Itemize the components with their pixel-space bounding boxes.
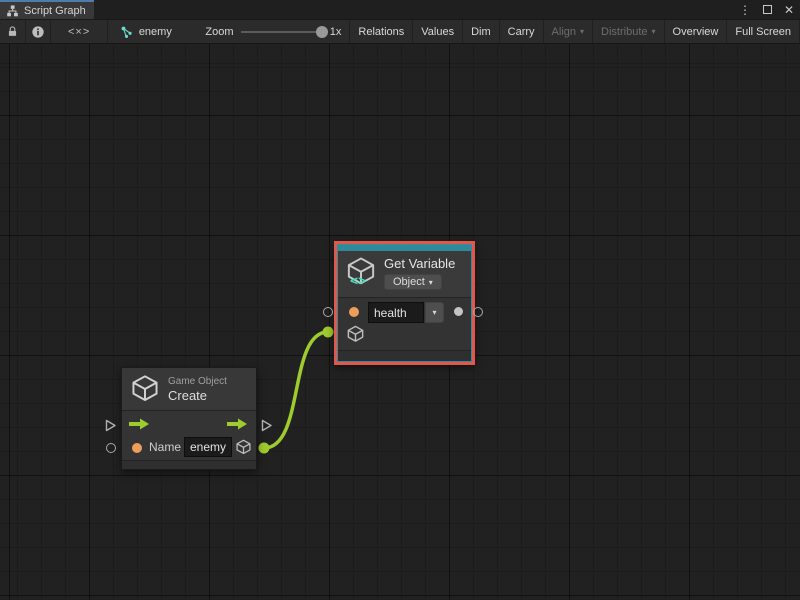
node-subtitle: Game Object: [168, 376, 227, 387]
name-input-port[interactable]: [132, 443, 142, 453]
variable-name-dropdown[interactable]: ▾: [425, 302, 444, 323]
game-object-output-cube-icon[interactable]: [235, 439, 252, 457]
graph-toolbar: <×> enemy Zoom 1x Relations Values Dim C…: [0, 19, 800, 44]
lock-button[interactable]: [0, 20, 26, 43]
info-button[interactable]: [26, 20, 52, 43]
get-variable-node[interactable]: <> Get Variable Object▾ ▾: [334, 241, 475, 365]
create-object-output-port-connected[interactable]: [259, 443, 270, 454]
graph-breadcrumb-icon: [120, 25, 134, 39]
svg-text:<>: <>: [350, 274, 366, 289]
zoom-slider[interactable]: [241, 31, 323, 33]
control-flow-row: [122, 411, 256, 436]
zoom-label: Zoom: [205, 26, 233, 38]
node-footer: [122, 460, 256, 469]
fullscreen-button[interactable]: Full Screen: [727, 20, 800, 43]
control-output-arrow-icon[interactable]: [226, 418, 248, 430]
create-control-input-port[interactable]: [105, 419, 117, 432]
get-variable-header: <> Get Variable Object▾: [338, 251, 471, 297]
chevron-down-icon: ▾: [652, 27, 656, 36]
distribute-button: Distribute▾: [593, 20, 664, 43]
game-object-port-cube-icon[interactable]: [346, 325, 365, 345]
tab-title: Script Graph: [24, 5, 86, 17]
create-name-external-port[interactable]: [106, 443, 116, 453]
node-title: Get Variable: [384, 256, 455, 271]
variable-cube-icon: <>: [345, 256, 377, 290]
tab-strip: Script Graph ⋮ ✕: [0, 0, 800, 19]
code-preview-button[interactable]: <×>: [51, 20, 107, 43]
chevron-down-icon: ▾: [429, 278, 433, 287]
toolbar-buttons: Relations Values Dim Carry Align▾ Distri…: [349, 20, 800, 43]
chevron-down-icon: ▾: [432, 308, 436, 317]
window-menu-icon[interactable]: ⋮: [739, 4, 751, 16]
graph-canvas[interactable]: <> Get Variable Object▾ ▾: [0, 44, 800, 600]
zoom-control: Zoom 1x: [197, 20, 349, 43]
zoom-value: 1x: [330, 26, 342, 38]
maximize-icon[interactable]: [763, 5, 772, 14]
create-header: Game Object Create: [122, 368, 256, 410]
relations-button[interactable]: Relations: [349, 20, 413, 43]
name-value-field[interactable]: [184, 437, 232, 457]
value-output-port[interactable]: [454, 307, 463, 316]
variable-scope-dropdown[interactable]: Object▾: [384, 274, 442, 290]
getvariable-object-input-port-connected[interactable]: [323, 327, 334, 338]
wire-create-to-getvariable[interactable]: [264, 332, 328, 448]
carry-button[interactable]: Carry: [500, 20, 544, 43]
graph-hierarchy-icon: [6, 5, 19, 17]
node-footer: [338, 350, 471, 361]
graph-name: enemy: [139, 26, 172, 38]
zoom-slider-handle[interactable]: [316, 26, 328, 38]
tab-script-graph[interactable]: Script Graph: [0, 0, 94, 19]
variable-name-field[interactable]: [368, 302, 424, 323]
script-graph-window: Script Graph ⋮ ✕ <×>: [0, 0, 800, 600]
name-label: Name: [149, 440, 181, 454]
info-icon: [31, 25, 45, 39]
getvariable-name-external-port[interactable]: [323, 307, 333, 317]
name-parameter-row: Name: [122, 436, 256, 460]
chevron-down-icon: ▾: [580, 27, 584, 36]
window-controls: ⋮ ✕: [739, 0, 794, 19]
values-button[interactable]: Values: [413, 20, 463, 43]
close-icon[interactable]: ✕: [784, 4, 794, 16]
node-title: Create: [168, 388, 227, 403]
create-control-output-port[interactable]: [261, 419, 273, 432]
control-input-arrow-icon[interactable]: [128, 418, 150, 430]
create-game-object-node[interactable]: Game Object Create Name: [121, 367, 257, 470]
lock-icon: [6, 25, 19, 38]
getvariable-value-external-port[interactable]: [473, 307, 483, 317]
graph-breadcrumb[interactable]: enemy: [108, 20, 198, 43]
dim-button[interactable]: Dim: [463, 20, 500, 43]
variable-name-input-port[interactable]: [349, 307, 359, 317]
overview-button[interactable]: Overview: [665, 20, 728, 43]
get-variable-body: ▾: [338, 298, 471, 350]
align-button: Align▾: [544, 20, 593, 43]
game-object-cube-icon: [130, 374, 160, 404]
